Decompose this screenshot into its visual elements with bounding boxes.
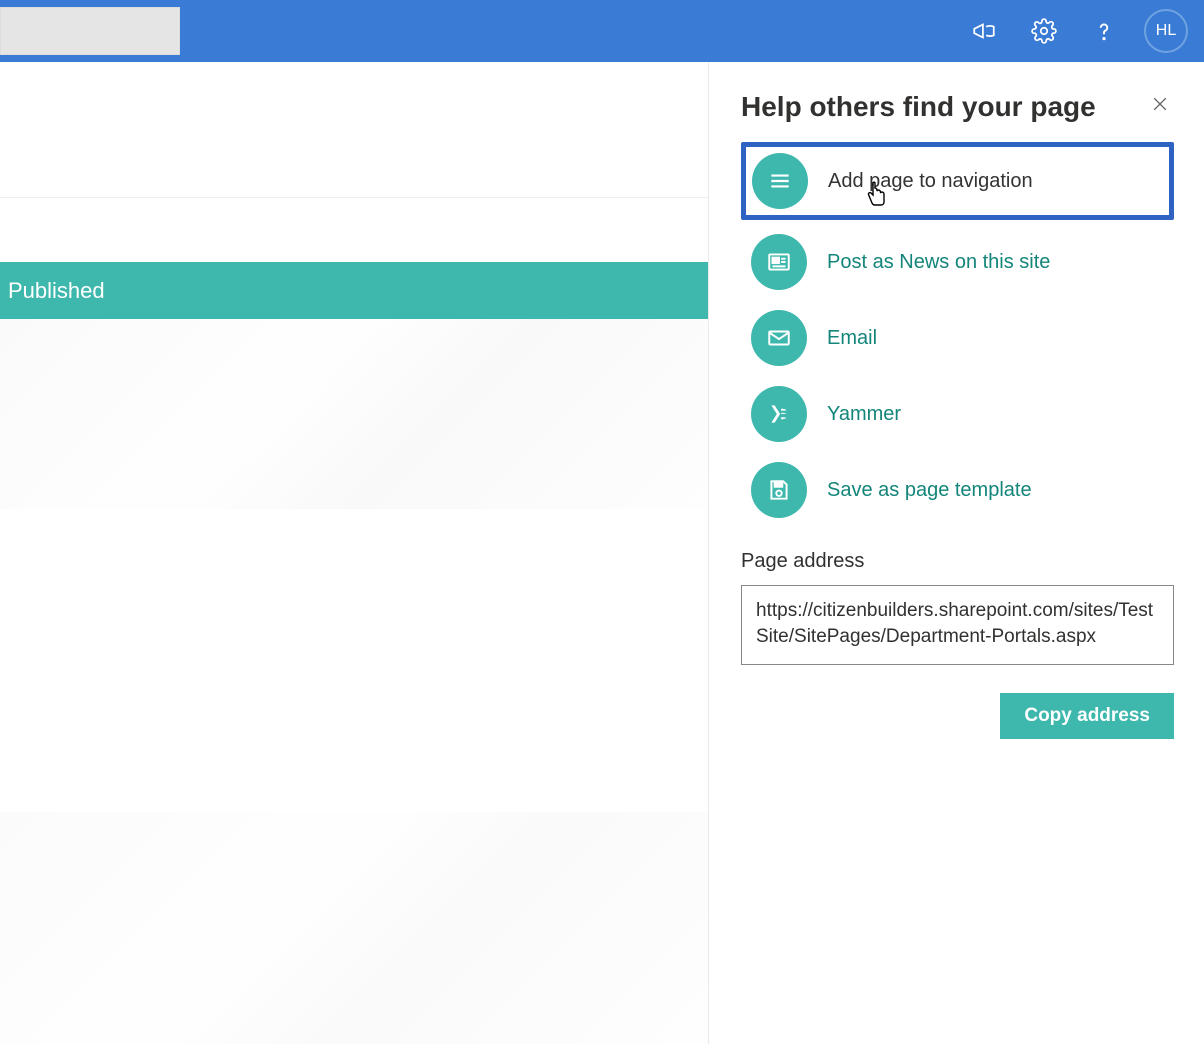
- option-label: Save as page template: [827, 479, 1032, 502]
- mail-icon: [751, 310, 807, 366]
- divider: [0, 197, 708, 198]
- option-label: Email: [827, 327, 877, 350]
- help-icon[interactable]: [1080, 7, 1128, 55]
- avatar[interactable]: HL: [1144, 9, 1188, 53]
- option-label: Post as News on this site: [827, 251, 1050, 274]
- gear-icon[interactable]: [1020, 7, 1068, 55]
- search-placeholder-box[interactable]: [0, 7, 180, 55]
- top-bar: HL: [0, 0, 1204, 62]
- hamburger-icon: [752, 153, 808, 209]
- option-email[interactable]: Email: [741, 300, 1174, 376]
- page-address-value: https://citizenbuilders.sharepoint.com/s…: [756, 600, 1153, 647]
- option-label: Yammer: [827, 403, 901, 426]
- option-yammer[interactable]: Yammer: [741, 376, 1174, 452]
- main-content: Published: [0, 62, 708, 1044]
- panel-header: Help others find your page: [741, 90, 1174, 124]
- save-icon: [751, 462, 807, 518]
- news-icon: [751, 234, 807, 290]
- option-label: Add page to navigation: [828, 170, 1033, 193]
- avatar-initials: HL: [1156, 22, 1176, 40]
- close-icon[interactable]: [1146, 90, 1174, 124]
- page-address-label: Page address: [741, 550, 1174, 573]
- option-save-template[interactable]: Save as page template: [741, 452, 1174, 528]
- option-post-as-news[interactable]: Post as News on this site: [741, 224, 1174, 300]
- background-decoration: [0, 812, 708, 1044]
- background-decoration: [0, 319, 708, 509]
- published-label: Published: [8, 278, 105, 304]
- published-status-bar: Published: [0, 262, 708, 319]
- help-panel: Help others find your page Add page to n…: [708, 62, 1204, 1044]
- copy-address-label: Copy address: [1024, 705, 1150, 726]
- option-add-to-navigation[interactable]: Add page to navigation: [741, 142, 1174, 220]
- yammer-icon: [751, 386, 807, 442]
- copy-address-button[interactable]: Copy address: [1000, 693, 1174, 739]
- panel-title: Help others find your page: [741, 91, 1096, 123]
- megaphone-icon[interactable]: [960, 7, 1008, 55]
- page-address-field[interactable]: https://citizenbuilders.sharepoint.com/s…: [741, 585, 1174, 665]
